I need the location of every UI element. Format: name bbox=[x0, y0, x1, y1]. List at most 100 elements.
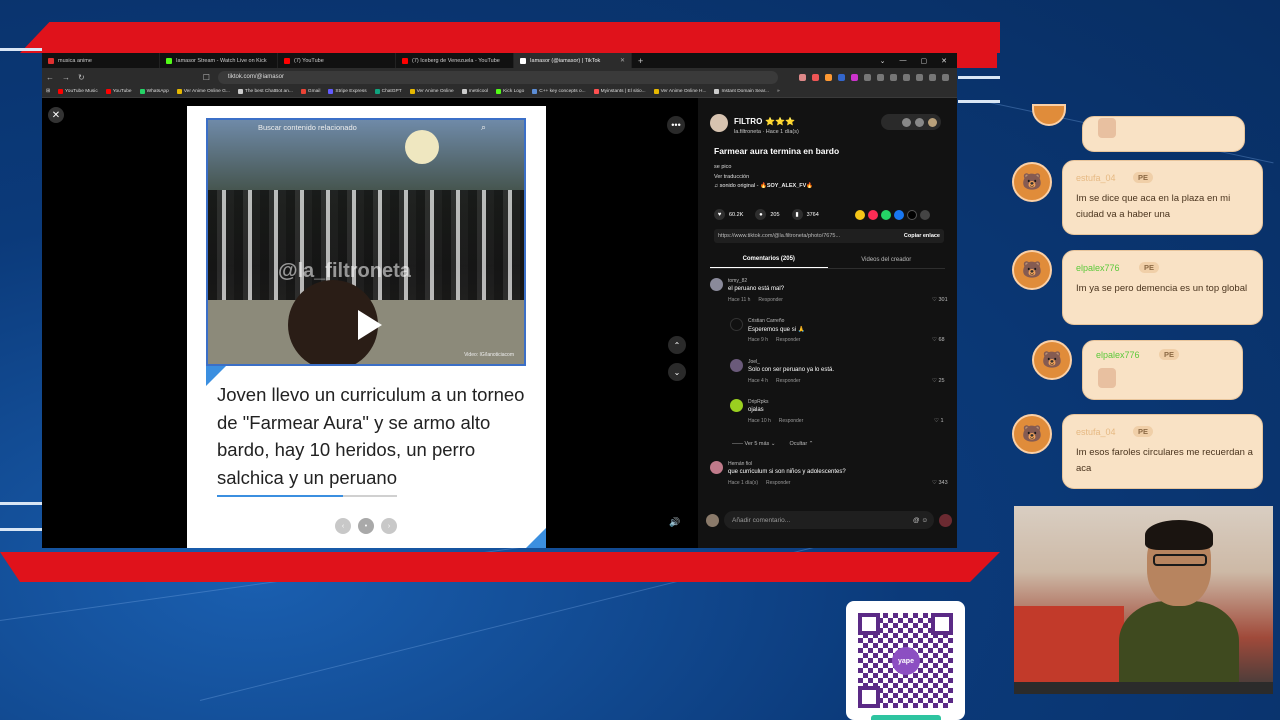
bookmark-item[interactable]: Ver Anime Online G... bbox=[176, 89, 230, 94]
commenter-avatar[interactable] bbox=[730, 359, 743, 372]
close-tab-icon[interactable]: ✕ bbox=[620, 57, 625, 64]
current-slide-dot[interactable]: • bbox=[358, 518, 374, 534]
comment-like[interactable]: ♡ 301 bbox=[932, 297, 948, 303]
comment-button[interactable]: ● 205 bbox=[755, 209, 780, 220]
bookmark-item[interactable]: The best ChatBot an... bbox=[237, 89, 293, 94]
chat-username[interactable]: elpalex776 bbox=[1096, 350, 1140, 360]
bookmark-item[interactable]: Instant Domain Sear... bbox=[714, 89, 769, 94]
volume-icon[interactable]: 🔊 bbox=[669, 517, 680, 528]
share-send-icon[interactable] bbox=[868, 210, 878, 220]
chat-username[interactable]: estufa_04 bbox=[1076, 173, 1116, 183]
bookmark-item[interactable]: YouTube Music bbox=[58, 89, 98, 94]
chat-username[interactable]: estufa_04 bbox=[1076, 427, 1116, 437]
save-button[interactable]: ▮ 3764 bbox=[791, 209, 819, 220]
play-icon[interactable] bbox=[358, 310, 382, 340]
previous-post-icon[interactable]: ⌃ bbox=[668, 336, 686, 354]
copy-link-button[interactable]: Copiar enlace bbox=[904, 233, 944, 239]
block-icon[interactable] bbox=[902, 117, 911, 127]
apps-icon[interactable]: ⊞ bbox=[46, 89, 50, 94]
prev-slide-icon[interactable]: ‹ bbox=[335, 518, 351, 534]
bookmark-item[interactable]: Myinstants | El sitio... bbox=[593, 89, 646, 94]
bookmark-item[interactable]: C++ key concepts o... bbox=[532, 89, 586, 94]
see-translation-link[interactable]: Ver traducción bbox=[714, 172, 749, 182]
extension-icon[interactable] bbox=[825, 73, 832, 81]
commenter-name[interactable]: tomy_82 bbox=[728, 278, 747, 284]
extension-icon[interactable] bbox=[864, 73, 871, 81]
profile-avatar-icon[interactable] bbox=[928, 117, 937, 127]
embedded-video[interactable]: Buscar contenido relacionado ⌕ @la_filtr… bbox=[206, 118, 526, 366]
tab-search-icon[interactable]: ⌄ bbox=[880, 57, 886, 65]
menu-icon[interactable] bbox=[942, 73, 949, 81]
more-bookmarks-icon[interactable]: » bbox=[777, 89, 780, 94]
x-icon[interactable] bbox=[907, 210, 917, 220]
chat-username[interactable]: elpalex776 bbox=[1076, 263, 1120, 273]
back-icon[interactable]: ← bbox=[46, 73, 54, 82]
follow-controls[interactable] bbox=[881, 114, 941, 130]
extension-icon[interactable] bbox=[877, 73, 884, 81]
browser-tab[interactable]: musica anime bbox=[42, 53, 160, 68]
bookmark-icon[interactable]: ☐ bbox=[203, 73, 210, 82]
commenter-name[interactable]: Cristian Carreño bbox=[748, 318, 784, 324]
comment-like[interactable]: ♡ 68 bbox=[932, 337, 945, 343]
add-comment-input[interactable]: Añadir comentario... @ ☺ bbox=[724, 511, 934, 529]
reply-button[interactable]: Responder bbox=[776, 378, 800, 384]
bookmark-item[interactable]: Gmail bbox=[300, 89, 320, 94]
extension-icon[interactable] bbox=[929, 73, 936, 81]
tab-creator-videos[interactable]: Videos del creador bbox=[828, 251, 946, 268]
commenter-avatar[interactable] bbox=[730, 399, 743, 412]
phone-icon[interactable] bbox=[915, 117, 924, 127]
new-tab-button[interactable]: + bbox=[632, 56, 649, 66]
bookmark-item[interactable]: metricool bbox=[461, 89, 488, 94]
extension-icon[interactable] bbox=[890, 73, 897, 81]
extension-icon[interactable] bbox=[812, 73, 819, 81]
commenter-name[interactable]: DripRpks bbox=[748, 399, 769, 405]
next-slide-icon[interactable]: › bbox=[381, 518, 397, 534]
mention-icon[interactable]: @ ☺ bbox=[913, 517, 928, 524]
send-icon[interactable] bbox=[939, 513, 952, 527]
search-icon[interactable]: ⌕ bbox=[481, 122, 486, 133]
facebook-icon[interactable] bbox=[894, 210, 904, 220]
more-options-icon[interactable]: ••• bbox=[667, 116, 685, 134]
reply-button[interactable]: Responder bbox=[779, 418, 803, 424]
extension-icon[interactable] bbox=[838, 73, 845, 81]
commenter-name[interactable]: Hernán fiol bbox=[728, 461, 752, 467]
share-icon[interactable] bbox=[920, 210, 930, 220]
reload-icon[interactable]: ↻ bbox=[78, 73, 85, 82]
forward-icon[interactable]: → bbox=[62, 73, 70, 82]
comment-like[interactable]: ♡ 25 bbox=[932, 378, 945, 384]
close-viewer-icon[interactable]: ✕ bbox=[48, 107, 64, 123]
commenter-avatar[interactable] bbox=[710, 278, 723, 291]
bookmark-item[interactable]: ChatGPT bbox=[374, 89, 402, 94]
bookmark-item[interactable]: Stripe Express bbox=[328, 89, 367, 94]
whatsapp-icon[interactable] bbox=[881, 210, 891, 220]
commenter-avatar[interactable] bbox=[730, 318, 743, 331]
extension-icon[interactable] bbox=[851, 73, 858, 81]
extension-icon[interactable] bbox=[916, 73, 923, 81]
browser-tab-active[interactable]: Iamasor (@iamasor) | TikTok ✕ bbox=[514, 53, 632, 68]
close-window-icon[interactable]: ✕ bbox=[941, 57, 947, 65]
share-repost-icon[interactable] bbox=[855, 210, 865, 220]
bookmark-item[interactable]: Kick Logo bbox=[496, 89, 524, 94]
maximize-icon[interactable]: ▢ bbox=[921, 57, 928, 65]
author-avatar[interactable] bbox=[710, 114, 728, 132]
browser-tab[interactable]: (7) YouTube bbox=[278, 53, 396, 68]
commenter-name[interactable]: Joel_ bbox=[748, 359, 760, 365]
bookmark-item[interactable]: YouTube bbox=[105, 89, 132, 94]
bookmark-item[interactable]: Ver Anime Online bbox=[409, 89, 454, 94]
bookmark-item[interactable]: Ver Anime Online H... bbox=[653, 89, 706, 94]
browser-tab[interactable]: (7) Iceberg de Venezuela - YouTube bbox=[396, 53, 514, 68]
view-more-replies[interactable]: —— Ver 5 más ⌄ bbox=[732, 441, 775, 447]
extension-icon[interactable] bbox=[903, 73, 910, 81]
extension-icon[interactable] bbox=[799, 73, 806, 81]
next-post-icon[interactable]: ⌄ bbox=[668, 363, 686, 381]
commenter-avatar[interactable] bbox=[710, 461, 723, 474]
tab-comments[interactable]: Comentarios (205) bbox=[710, 251, 828, 268]
sound-link[interactable]: ♫ sonido original - 🔥SOY_ALEX_FV🔥 bbox=[714, 183, 813, 189]
reply-button[interactable]: Responder bbox=[776, 337, 800, 343]
reply-button[interactable]: Responder bbox=[758, 297, 782, 303]
like-button[interactable]: ♥ 60.2K bbox=[714, 209, 743, 220]
comment-like[interactable]: ♡ 1 bbox=[934, 418, 944, 424]
browser-tab[interactable]: Iamasor Stream - Watch Live on Kick bbox=[160, 53, 278, 68]
bookmark-item[interactable]: WhatsApp bbox=[139, 89, 169, 94]
author-name[interactable]: FILTRO bbox=[734, 117, 762, 126]
